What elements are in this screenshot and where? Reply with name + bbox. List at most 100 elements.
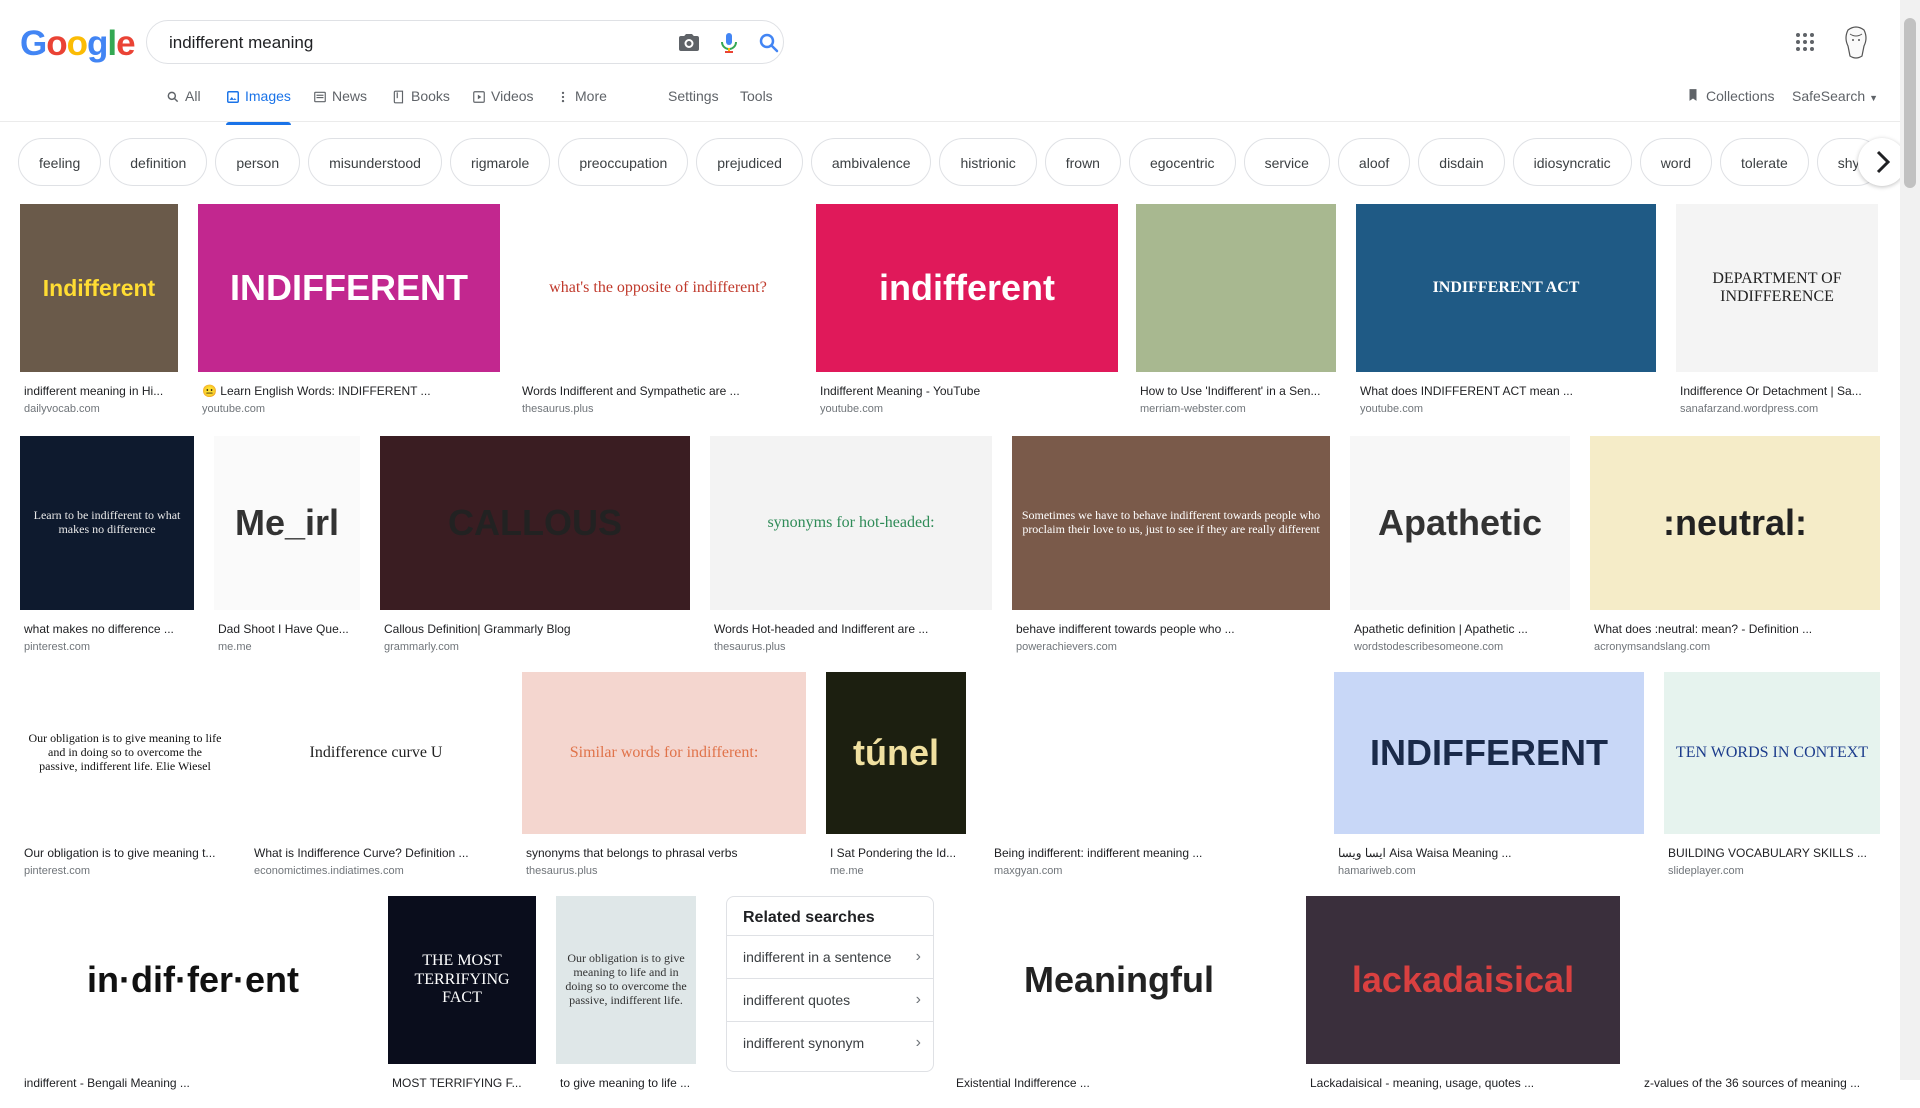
result-thumbnail[interactable]: Our obligation is to give meaning to lif… [556,896,696,1064]
image-result[interactable]: Our obligation is to give meaning to lif… [20,672,230,878]
account-avatar[interactable] [1840,24,1872,60]
result-title[interactable]: I Sat Pondering the Id... [830,846,962,860]
result-thumbnail[interactable]: Meaningful [952,896,1286,1064]
search-icon[interactable] [757,31,781,55]
result-thumbnail[interactable]: :neutral: [1590,436,1880,610]
result-source[interactable]: pinterest.com [24,641,90,653]
tab-all[interactable]: All [166,88,201,122]
result-thumbnail[interactable]: in·dif·fer·ent [20,896,366,1064]
result-thumbnail[interactable]: synonyms for hot-headed: [710,436,992,610]
image-result[interactable]: Indifference curve U What is Indifference… [250,672,502,878]
tab-images[interactable]: Images [226,88,291,125]
result-source[interactable]: merriam-webster.com [1140,403,1246,415]
tab-settings[interactable]: Settings [668,88,719,122]
chip[interactable]: feeling [18,138,102,186]
tab-news[interactable]: News [313,88,367,122]
image-result[interactable]: Our obligation is to give meaning to lif… [556,896,696,1108]
result-thumbnail[interactable]: INDIFFERENT [198,204,500,372]
image-result[interactable]: in·dif·fer·ent indifferent - Bengali Mean… [20,896,366,1108]
chip[interactable]: prejudiced [696,138,803,186]
result-source[interactable]: powerachievers.com [1016,641,1117,653]
chip[interactable]: rigmarole [449,138,551,186]
chip[interactable]: misunderstood [308,138,442,186]
chip[interactable]: disdain [1418,138,1505,186]
result-source[interactable]: youtube.com [820,403,883,415]
result-title[interactable]: 😐 Learn English Words: INDIFFERENT ... [202,384,496,398]
image-result[interactable]: what's the opposite of indifferent? Words… [518,204,798,416]
result-thumbnail[interactable] [1640,896,1876,1064]
result-title[interactable]: What is Indifference Curve? Definition .… [254,846,498,860]
google-apps-icon[interactable] [1793,30,1817,54]
result-title[interactable]: Indifferent Meaning - YouTube [820,384,1114,398]
result-source[interactable]: youtube.com [1360,403,1423,415]
chip[interactable]: aloof [1337,138,1411,186]
result-source[interactable]: thesaurus.plus [714,641,786,653]
chip[interactable]: service [1243,138,1330,186]
chips-next-button[interactable] [1858,138,1906,186]
result-title[interactable]: Apathetic definition | Apathetic ... [1354,622,1566,636]
result-title[interactable]: Our obligation is to give meaning t... [24,846,226,860]
chip[interactable]: person [215,138,301,186]
image-result[interactable]: Learn to be indifferent to what makes no… [20,436,194,654]
result-title[interactable]: Words Hot-headed and Indifferent are ... [714,622,988,636]
chip[interactable]: ambivalence [810,138,932,186]
result-title[interactable]: BUILDING VOCABULARY SKILLS ... [1668,846,1876,860]
result-source[interactable]: hamariweb.com [1338,865,1416,877]
result-title[interactable]: indifferent - Bengali Meaning ... [24,1076,362,1090]
result-thumbnail[interactable]: Indifference curve U [250,672,502,834]
result-thumbnail[interactable]: what's the opposite of indifferent? [518,204,798,372]
image-result[interactable]: indifferent Indifferent Meaning - YouTube… [816,204,1118,416]
tab-books[interactable]: Books [392,88,450,122]
related-search-item[interactable]: indifferent quotes › [727,978,933,1021]
result-source[interactable]: youtube.com [202,403,265,415]
result-title[interactable]: indifferent meaning in Hi... [24,384,174,398]
camera-icon[interactable] [677,31,701,55]
image-result[interactable]: INDIFFERENT ACT What does INDIFFERENT ACT… [1356,204,1656,416]
result-thumbnail[interactable]: Similar words for indifferent: [522,672,806,834]
result-source[interactable]: thesaurus.plus [522,403,594,415]
result-title[interactable]: synonyms that belongs to phrasal verbs [526,846,802,860]
result-title[interactable]: Lackadaisical - meaning, usage, quotes .… [1310,1076,1616,1090]
result-thumbnail[interactable]: Apathetic [1350,436,1570,610]
result-title[interactable]: z-values of the 36 sources of meaning ..… [1644,1076,1872,1090]
scrollbar-thumb[interactable] [1904,18,1916,188]
result-title[interactable]: ایسا ویسا Aisa Waisa Meaning ... [1338,846,1640,860]
result-title[interactable]: How to Use 'Indifferent' in a Sen... [1140,384,1332,398]
result-thumbnail[interactable] [1136,204,1336,372]
image-result[interactable]: INDIFFERENT ایسا ویسا Aisa Waisa Meaning … [1334,672,1644,878]
image-result[interactable]: TEN WORDS IN CONTEXT BUILDING VOCABULARY … [1664,672,1880,878]
result-source[interactable]: wordstodescribesomeone.com [1354,641,1503,653]
image-result[interactable]: How to Use 'Indifferent' in a Sen... merr… [1136,204,1336,416]
result-thumbnail[interactable]: lackadaisical [1306,896,1620,1064]
related-search-item[interactable]: indifferent synonym › [727,1021,933,1064]
image-result[interactable]: DEPARTMENT OF INDIFFERENCE Indifference O… [1676,204,1878,416]
result-source[interactable]: thesaurus.plus [526,865,598,877]
result-title[interactable]: What does INDIFFERENT ACT mean ... [1360,384,1652,398]
result-source[interactable]: dailyvocab.com [24,403,100,415]
result-thumbnail[interactable]: INDIFFERENT ACT [1356,204,1656,372]
search-input[interactable] [167,32,651,54]
result-source[interactable]: sanafarzand.wordpress.com [1680,403,1818,415]
image-result[interactable]: CALLOUS Callous Definition| Grammarly Blo… [380,436,690,654]
related-search-item[interactable]: indifferent in a sentence › [727,935,933,978]
image-result[interactable]: THE MOST TERRIFYING FACT MOST TERRIFYING … [388,896,536,1108]
result-title[interactable]: What does :neutral: mean? - Definition .… [1594,622,1876,636]
result-title[interactable]: what makes no difference ... [24,622,190,636]
image-result[interactable]: synonyms for hot-headed: Words Hot-headed… [710,436,992,654]
tab-more[interactable]: More [556,88,607,122]
image-result[interactable]: túnel I Sat Pondering the Id... me.me [826,672,966,878]
result-thumbnail[interactable] [990,672,1314,834]
microphone-icon[interactable] [717,31,741,55]
result-title[interactable]: Being indifferent: indifferent meaning .… [994,846,1310,860]
result-thumbnail[interactable]: Learn to be indifferent to what makes no… [20,436,194,610]
result-title[interactable]: Dad Shoot I Have Que... [218,622,356,636]
image-result[interactable]: Indifferent indifferent meaning in Hi... d… [20,204,178,416]
chip[interactable]: word [1639,138,1713,186]
result-source[interactable]: pinterest.com [24,865,90,877]
image-result[interactable]: Sometimes we have to behave indifferent … [1012,436,1330,654]
result-title[interactable]: Callous Definition| Grammarly Blog [384,622,686,636]
result-source[interactable]: grammarly.com [384,641,459,653]
image-result[interactable]: Similar words for indifferent: synonyms t… [522,672,806,878]
result-thumbnail[interactable]: DEPARTMENT OF INDIFFERENCE [1676,204,1878,372]
result-source[interactable]: me.me [830,865,864,877]
